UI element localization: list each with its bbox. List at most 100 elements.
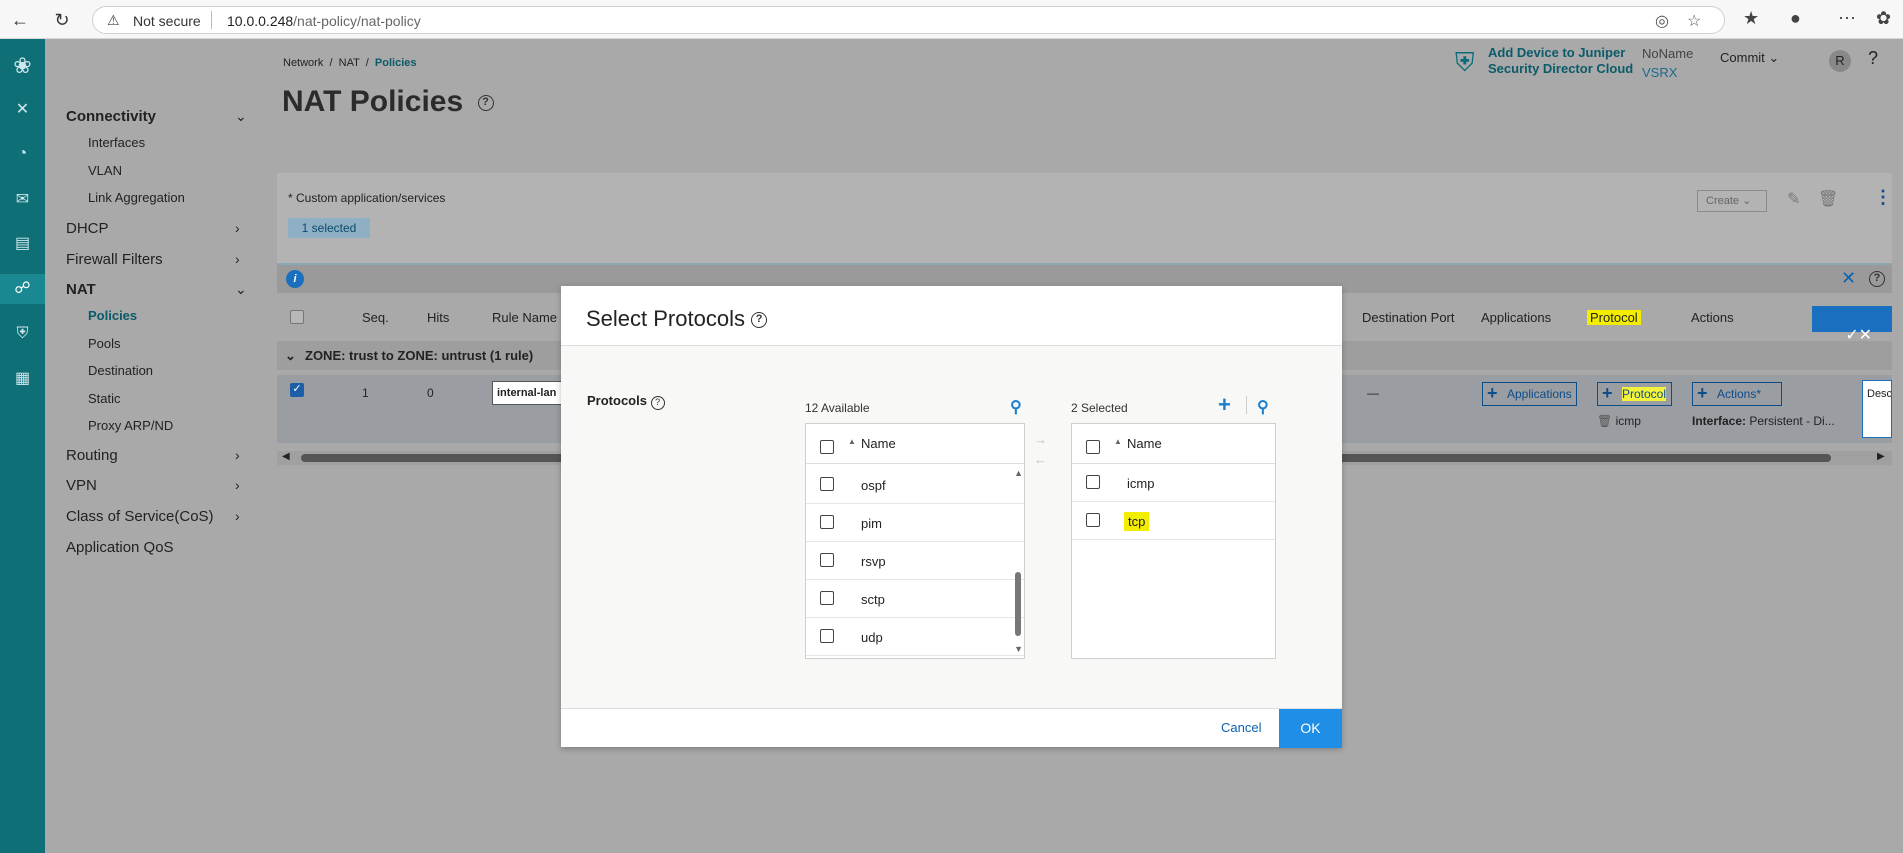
sidebar-item-cos[interactable]: Class of Service(CoS) (66, 508, 214, 525)
sidebar-item-application-qos[interactable]: Application QoS (66, 539, 174, 556)
move-right-icon[interactable]: → (1034, 432, 1047, 447)
sidebar-item-routing[interactable]: Routing (66, 447, 118, 464)
help-icon[interactable]: ? (1869, 271, 1885, 287)
item-checkbox[interactable] (1086, 475, 1100, 489)
sidebar-item-pools[interactable]: Pools (88, 336, 121, 351)
url-text[interactable]: 10.0.0.248/nat-policy/nat-policy (227, 13, 421, 29)
scroll-left-icon[interactable]: ◀ (282, 451, 290, 462)
create-dropdown[interactable]: Create ⌄ (1697, 190, 1767, 212)
close-icon[interactable]: ✕ (1841, 268, 1856, 289)
item-checkbox[interactable] (820, 477, 834, 491)
chevron-down-icon[interactable]: ⌄ (285, 348, 296, 364)
sidebar-item-static[interactable]: Static (88, 391, 121, 406)
actions-button[interactable]: + Actions* (1692, 382, 1782, 406)
sidebar-item-firewall-filters[interactable]: Firewall Filters (66, 251, 163, 268)
help-icon[interactable]: ? (477, 95, 494, 112)
breadcrumb-network[interactable]: Network (283, 57, 323, 69)
favorites-icon[interactable]: ★ (1743, 8, 1759, 29)
sidebar-item-interfaces[interactable]: Interfaces (88, 135, 145, 150)
sidebar-item-vlan[interactable]: VLAN (88, 163, 122, 178)
list-item[interactable]: rsvp (806, 542, 1024, 580)
add-icon[interactable]: + (1218, 392, 1231, 418)
help-icon[interactable]: ? (751, 312, 768, 329)
dashboard-icon[interactable]: ◔ (0, 139, 45, 169)
search-icon[interactable]: ⚲ (1257, 397, 1269, 417)
item-checkbox[interactable] (820, 629, 834, 643)
breadcrumb-nat[interactable]: NAT (339, 57, 360, 69)
sidebar-item-connectivity[interactable]: Connectivity (66, 108, 156, 125)
more-vert-icon[interactable]: ⋮ (1874, 187, 1892, 208)
delete-icon[interactable]: 🗑 (1818, 189, 1838, 209)
item-checkbox[interactable] (820, 553, 834, 567)
chevron-right-icon[interactable]: › (235, 477, 240, 493)
sidebar-item-proxy-arp-nd[interactable]: Proxy ARP/ND (88, 418, 173, 433)
sidebar-item-link-aggregation[interactable]: Link Aggregation (88, 190, 185, 205)
sidebar-item-destination[interactable]: Destination (88, 363, 153, 378)
col-actions[interactable]: Actions (1691, 310, 1734, 325)
network-icon[interactable]: ☍ (0, 274, 45, 304)
item-checkbox[interactable] (1086, 513, 1100, 527)
back-arrow-icon[interactable]: ← (8, 8, 32, 32)
avatar[interactable]: R (1829, 50, 1851, 72)
list-item[interactable]: udp (806, 618, 1024, 656)
list-item[interactable]: icmp (1072, 464, 1275, 502)
list-item[interactable]: tcp (1072, 502, 1275, 540)
sidebar-item-policies[interactable]: Policies (88, 308, 137, 323)
list-item[interactable]: ospf (806, 466, 1024, 504)
sidebar-item-vpn[interactable]: VPN (66, 477, 97, 494)
star-icon[interactable]: ☆ (1687, 11, 1701, 31)
close-nav-icon[interactable]: ✕ (0, 95, 45, 125)
scroll-right-icon[interactable]: ▶ (1877, 451, 1885, 462)
applications-button[interactable]: + Applications (1482, 382, 1577, 406)
monitor-icon[interactable]: ✉ (0, 185, 45, 215)
row-checkbox[interactable]: ✓ (290, 383, 304, 397)
chevron-right-icon[interactable]: › (235, 220, 240, 236)
chevron-down-icon[interactable]: ⌄ (235, 281, 247, 298)
more-icon[interactable]: ⋯ (1838, 8, 1856, 29)
item-checkbox[interactable] (820, 591, 834, 605)
help-question-icon[interactable]: ? (1868, 48, 1878, 69)
scroll-down-icon[interactable]: ▼ (1014, 644, 1023, 654)
copilot-icon[interactable]: ✿ (1876, 8, 1891, 29)
sort-up-icon[interactable]: ▲ (1114, 437, 1122, 446)
sidebar-item-dhcp[interactable]: DHCP (66, 220, 109, 237)
reload-icon[interactable]: ↻ (50, 8, 74, 32)
cancel-button[interactable]: Cancel (1221, 720, 1261, 735)
device-icon[interactable]: ▤ (0, 229, 45, 259)
select-all-selected-checkbox[interactable] (1086, 440, 1100, 454)
lock-icon[interactable]: ▦ (0, 364, 45, 394)
scroll-up-icon[interactable]: ▲ (1014, 468, 1023, 478)
rule-name-input[interactable]: internal-lan (492, 381, 562, 405)
select-all-available-checkbox[interactable] (820, 440, 834, 454)
col-protocol[interactable]: Protocol (1587, 310, 1641, 325)
col-seq[interactable]: Seq. (362, 310, 389, 325)
vertical-scroll-thumb[interactable] (1015, 572, 1021, 636)
select-all-checkbox[interactable] (290, 310, 304, 324)
chevron-right-icon[interactable]: › (235, 508, 240, 524)
col-destination-port[interactable]: Destination Port (1362, 310, 1455, 325)
chevron-right-icon[interactable]: › (235, 251, 240, 267)
profile-icon[interactable]: ● (1790, 8, 1801, 29)
ok-button[interactable]: OK (1279, 709, 1342, 748)
trash-icon[interactable]: 🗑 (1597, 414, 1612, 428)
chevron-right-icon[interactable]: › (235, 447, 240, 463)
description-field[interactable]: Desc (1862, 380, 1892, 438)
commit-dropdown[interactable]: Commit ⌄ (1720, 50, 1779, 66)
col-rule-name[interactable]: Rule Name (492, 310, 557, 325)
sort-up-icon[interactable]: ▲ (848, 437, 856, 446)
list-item[interactable]: pim (806, 504, 1024, 542)
edit-icon[interactable]: ✎ (1787, 189, 1800, 209)
sidebar-item-nat[interactable]: NAT (66, 281, 96, 298)
protocol-button[interactable]: + Protocol (1597, 382, 1672, 406)
address-bar[interactable]: ⚠ Not secure 10.0.0.248/nat-policy/nat-p… (92, 6, 1725, 34)
reader-icon[interactable]: ◎ (1655, 11, 1669, 31)
list-item[interactable]: sctp (806, 580, 1024, 618)
col-applications[interactable]: Applications (1481, 310, 1551, 325)
move-left-icon[interactable]: ← (1034, 452, 1047, 467)
col-hits[interactable]: Hits (427, 310, 449, 325)
help-icon[interactable]: ? (650, 396, 665, 410)
security-shield-icon[interactable]: ⛨ (0, 319, 45, 349)
item-checkbox[interactable] (820, 515, 834, 529)
search-icon[interactable]: ⚲ (1010, 397, 1022, 417)
chevron-down-icon[interactable]: ⌄ (235, 108, 247, 125)
